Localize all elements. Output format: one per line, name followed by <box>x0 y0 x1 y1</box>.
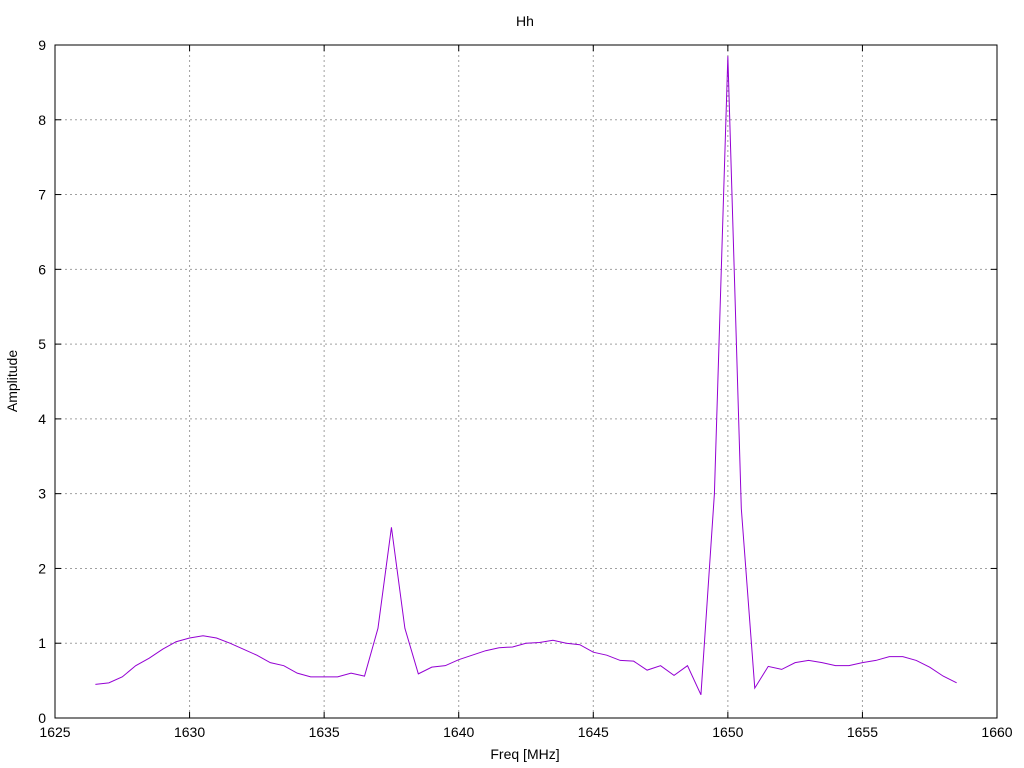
y-tick-label: 5 <box>38 336 46 352</box>
y-tick-label: 2 <box>38 560 46 576</box>
x-tick-label: 1645 <box>578 724 609 740</box>
y-tick-label: 0 <box>38 710 46 726</box>
y-axis-title: Amplitude <box>4 350 20 412</box>
y-tick-label: 1 <box>38 635 46 651</box>
x-tick-label: 1630 <box>174 724 205 740</box>
y-tick-label: 4 <box>38 411 46 427</box>
y-tick-label: 3 <box>38 486 46 502</box>
y-tick-label: 8 <box>38 112 46 128</box>
y-tick-label: 9 <box>38 37 46 53</box>
x-tick-label: 1650 <box>712 724 743 740</box>
x-tick-label: 1625 <box>39 724 70 740</box>
chart-background <box>0 0 1024 768</box>
x-tick-label: 1655 <box>847 724 878 740</box>
x-axis-title: Freq [MHz] <box>490 746 559 762</box>
x-tick-label: 1660 <box>981 724 1012 740</box>
line-chart: 1625 1630 1635 1640 1645 1650 1655 1660 0 1 2 3 4 5 6… <box>0 0 1024 768</box>
y-tick-label: 6 <box>38 261 46 277</box>
y-tick-label: 7 <box>38 187 46 203</box>
chart-title: Hh <box>516 13 534 29</box>
x-tick-label: 1635 <box>309 724 340 740</box>
x-tick-label: 1640 <box>443 724 474 740</box>
